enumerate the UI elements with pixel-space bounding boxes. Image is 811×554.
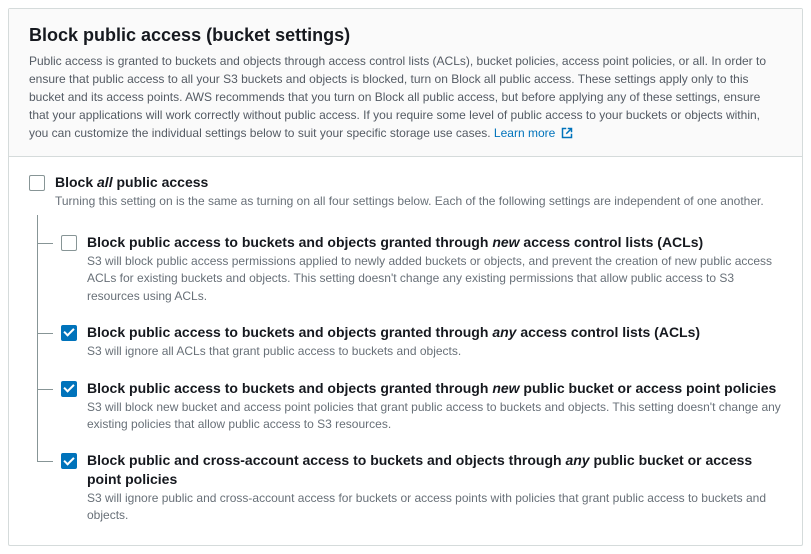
setting-row-new-policies: Block public access to buckets and objec… [37, 361, 782, 434]
setting-title-pre-3: Block public and cross-account access to… [87, 452, 565, 468]
setting-title-post-1: access control lists (ACLs) [516, 324, 700, 340]
setting-desc-new-acls: S3 will block public access permissions … [87, 253, 782, 305]
setting-title-any-acls: Block public access to buckets and objec… [87, 323, 782, 341]
sub-settings-tree: Block public access to buckets and objec… [29, 215, 782, 525]
setting-title-new-acls: Block public access to buckets and objec… [87, 233, 782, 251]
panel-title: Block public access (bucket settings) [29, 25, 782, 46]
block-all-title-post: public access [113, 174, 209, 190]
setting-title-new-policies: Block public access to buckets and objec… [87, 379, 782, 397]
panel-header: Block public access (bucket settings) Pu… [9, 9, 802, 157]
panel-body: Block all public access Turning this set… [9, 157, 802, 545]
learn-more-label: Learn more [494, 126, 555, 140]
setting-title-any-policies: Block public and cross-account access to… [87, 451, 782, 487]
setting-checkbox-any-acls[interactable] [61, 325, 77, 341]
setting-title-em-2: new [492, 380, 519, 396]
setting-title-pre-1: Block public access to buckets and objec… [87, 324, 492, 340]
setting-desc-any-policies: S3 will ignore public and cross-account … [87, 490, 782, 525]
setting-checkbox-any-policies[interactable] [61, 453, 77, 469]
setting-title-pre-2: Block public access to buckets and objec… [87, 380, 492, 396]
setting-checkbox-new-policies[interactable] [61, 381, 77, 397]
block-all-title-pre: Block [55, 174, 97, 190]
setting-checkbox-new-acls[interactable] [61, 235, 77, 251]
block-all-label-block: Block all public access Turning this set… [55, 173, 782, 211]
external-link-icon [561, 127, 573, 139]
setting-row-new-acls: Block public access to buckets and objec… [37, 215, 782, 305]
block-all-checkbox-wrap [29, 175, 45, 191]
block-all-row: Block all public access Turning this set… [29, 173, 782, 211]
setting-title-post-0: access control lists (ACLs) [520, 234, 704, 250]
setting-title-em-3: any [565, 452, 589, 468]
setting-title-post-2: public bucket or access point policies [520, 380, 777, 396]
setting-title-pre-0: Block public access to buckets and objec… [87, 234, 492, 250]
setting-title-em-0: new [492, 234, 519, 250]
block-all-desc: Turning this setting on is the same as t… [55, 193, 782, 210]
setting-desc-new-policies: S3 will block new bucket and access poin… [87, 399, 782, 434]
setting-row-any-policies: Block public and cross-account access to… [37, 433, 782, 524]
learn-more-link[interactable]: Learn more [494, 126, 573, 140]
block-all-title-em: all [97, 174, 113, 190]
setting-title-em-1: any [492, 324, 516, 340]
panel-description-text: Public access is granted to buckets and … [29, 54, 766, 140]
block-public-access-panel: Block public access (bucket settings) Pu… [8, 8, 803, 546]
setting-desc-any-acls: S3 will ignore all ACLs that grant publi… [87, 343, 782, 360]
setting-row-any-acls: Block public access to buckets and objec… [37, 305, 782, 361]
panel-description: Public access is granted to buckets and … [29, 52, 782, 142]
block-all-checkbox[interactable] [29, 175, 45, 191]
block-all-title: Block all public access [55, 173, 782, 191]
